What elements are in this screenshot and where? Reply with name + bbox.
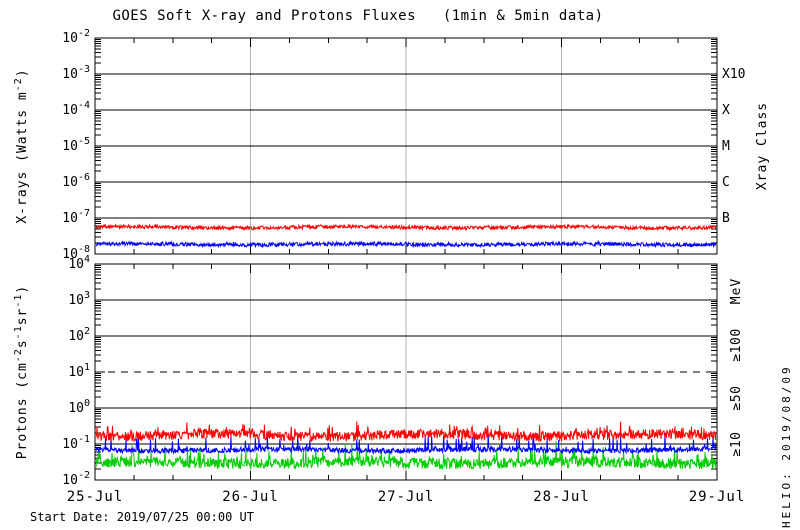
y-tick-label: 10-2	[62, 28, 90, 46]
flux-plot-svg: 10-210-310-410-510-610-710-8X-rays (Watt…	[13, 28, 770, 505]
start-date-label: Start Date: 2019/07/25 00:00 UT	[30, 510, 254, 524]
xray-class-label: X	[722, 103, 730, 118]
chart-title: GOES Soft X-ray and Protons Fluxes (1min…	[112, 8, 604, 24]
xray-class-label: M	[722, 139, 730, 154]
y-tick-label: 10-2	[62, 470, 90, 488]
x-tick-labels: 25-Jul 26-Jul 27-Jul 28-Jul 29-Jul	[67, 489, 746, 505]
proton-threshold-label: ≥50	[729, 386, 744, 411]
y-tick-label: 10-4	[62, 100, 90, 118]
x-tick-label: 26-Jul	[222, 489, 279, 505]
credit-label: HELIO: 2019/08/09	[780, 364, 793, 528]
y-tick-label: 102	[68, 326, 90, 344]
y-tick-label: 10-6	[62, 172, 90, 190]
xray-class-label: C	[722, 175, 730, 190]
xray-class-label: B	[722, 211, 730, 226]
y-tick-label: 10-7	[62, 208, 90, 226]
protons-axis-title: Protons (cm-2s-1sr-1)	[13, 285, 30, 460]
x-tick-label: 29-Jul	[689, 489, 746, 505]
proton-threshold-label: ≥10	[729, 432, 744, 457]
x-tick-label: 25-Jul	[67, 489, 124, 505]
goes-flux-chart: GOES Soft X-ray and Protons Fluxes (1min…	[0, 0, 800, 530]
xray-axis-title: X-rays (Watts m-2)	[13, 68, 30, 223]
xray-class-label: X10	[722, 67, 745, 82]
y-tick-label: 104	[68, 254, 90, 272]
xray-axes	[94, 37, 718, 255]
protons-axes	[94, 263, 718, 481]
proton-threshold-label: ≥100	[729, 328, 744, 361]
y-tick-label: 10-3	[62, 64, 90, 82]
mev-axis-title: MeV	[729, 278, 744, 304]
x-tick-label: 28-Jul	[533, 489, 590, 505]
y-tick-label: 100	[68, 398, 90, 416]
xray-class-axis-title: Xray Class	[755, 102, 770, 190]
y-tick-label: 103	[68, 290, 90, 308]
x-tick-label: 27-Jul	[378, 489, 435, 505]
y-tick-label: 10-5	[62, 136, 90, 154]
y-tick-label: 101	[68, 362, 90, 380]
y-tick-label: 10-1	[62, 434, 90, 452]
